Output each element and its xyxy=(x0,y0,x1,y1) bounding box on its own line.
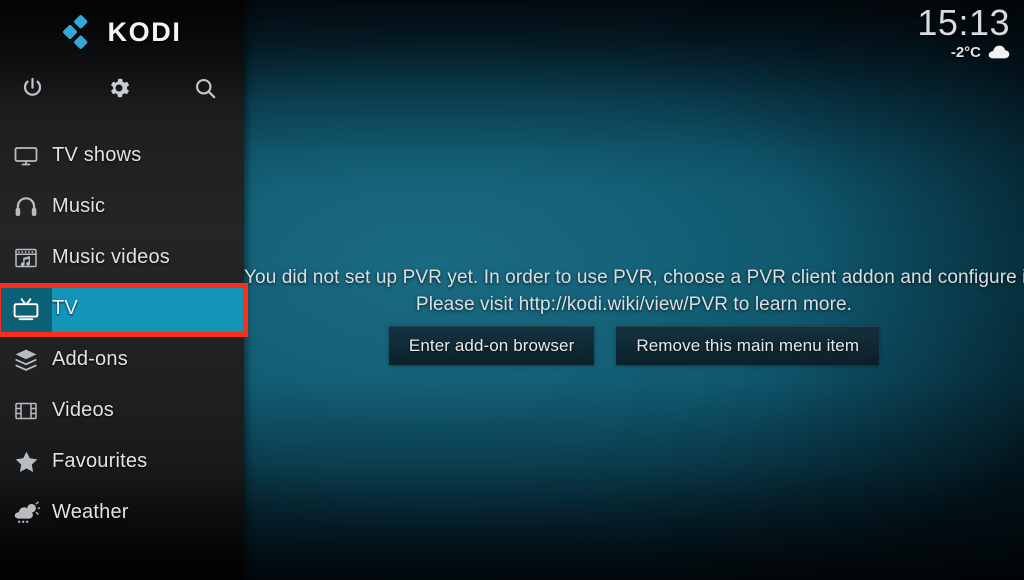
pvr-notice-line-1: You did not set up PVR yet. In order to … xyxy=(244,267,1024,288)
music-video-icon xyxy=(0,232,52,283)
menu-item-label: Weather xyxy=(52,501,129,523)
cloud-sun-rain-icon xyxy=(0,487,52,538)
television-icon xyxy=(0,283,52,334)
search-button[interactable] xyxy=(181,64,229,112)
tv-monitor-icon xyxy=(0,130,52,181)
menu-item-tv-shows[interactable]: TV shows xyxy=(0,130,244,181)
pvr-setup-notice: You did not set up PVR yet. In order to … xyxy=(244,264,1024,318)
settings-button[interactable] xyxy=(95,64,143,112)
sidebar-toolbar xyxy=(0,64,244,112)
menu-item-add-ons[interactable]: Add-ons xyxy=(0,334,244,385)
star-icon xyxy=(0,436,52,487)
status-area: 15:13 -2°C xyxy=(917,4,1010,61)
menu-item-tv[interactable]: TV xyxy=(0,283,244,334)
headphones-icon xyxy=(0,181,52,232)
menu-item-music-videos[interactable]: Music videos xyxy=(0,232,244,283)
pvr-notice-line-2: Please visit http://kodi.wiki/view/PVR t… xyxy=(415,294,853,315)
menu-item-highlight xyxy=(52,283,244,334)
main-menu-sidebar: KODI TV shows Music Music videos TV Add-… xyxy=(0,0,248,580)
film-strip-icon xyxy=(0,385,52,436)
package-box-icon xyxy=(0,334,52,385)
menu-item-favourites[interactable]: Favourites xyxy=(0,436,244,487)
menu-item-label: TV shows xyxy=(52,144,142,166)
weather-status: -2°C xyxy=(917,43,1010,61)
menu-item-label: Music videos xyxy=(52,246,170,268)
app-title: KODI xyxy=(107,16,182,47)
gear-icon xyxy=(106,75,132,101)
power-icon xyxy=(20,76,45,101)
menu-item-weather[interactable]: Weather xyxy=(0,487,244,538)
kodi-home-screen: You did not set up PVR yet. In order to … xyxy=(0,0,1024,580)
menu-item-label: TV xyxy=(52,297,78,319)
menu-item-videos[interactable]: Videos xyxy=(0,385,244,436)
main-menu-list: TV shows Music Music videos TV Add-ons V… xyxy=(0,130,244,538)
kodi-diamond-logo-icon xyxy=(62,15,97,49)
pvr-action-buttons: Enter add-on browser Remove this main me… xyxy=(244,326,1024,365)
menu-item-music[interactable]: Music xyxy=(0,181,244,232)
remove-main-menu-item-button[interactable]: Remove this main menu item xyxy=(616,326,880,365)
menu-item-label: Music xyxy=(52,195,106,217)
cloud-icon xyxy=(988,45,1010,59)
power-button[interactable] xyxy=(8,64,56,112)
app-logo: KODI xyxy=(0,10,244,54)
menu-item-label: Videos xyxy=(52,399,114,421)
search-icon xyxy=(193,76,218,101)
main-content-panel: You did not set up PVR yet. In order to … xyxy=(244,0,1024,580)
enter-addon-browser-button[interactable]: Enter add-on browser xyxy=(388,326,595,365)
menu-item-label: Add-ons xyxy=(52,348,128,370)
menu-item-label: Favourites xyxy=(52,450,148,472)
clock-label: 15:13 xyxy=(917,2,1010,43)
temperature-label: -2°C xyxy=(950,43,981,61)
